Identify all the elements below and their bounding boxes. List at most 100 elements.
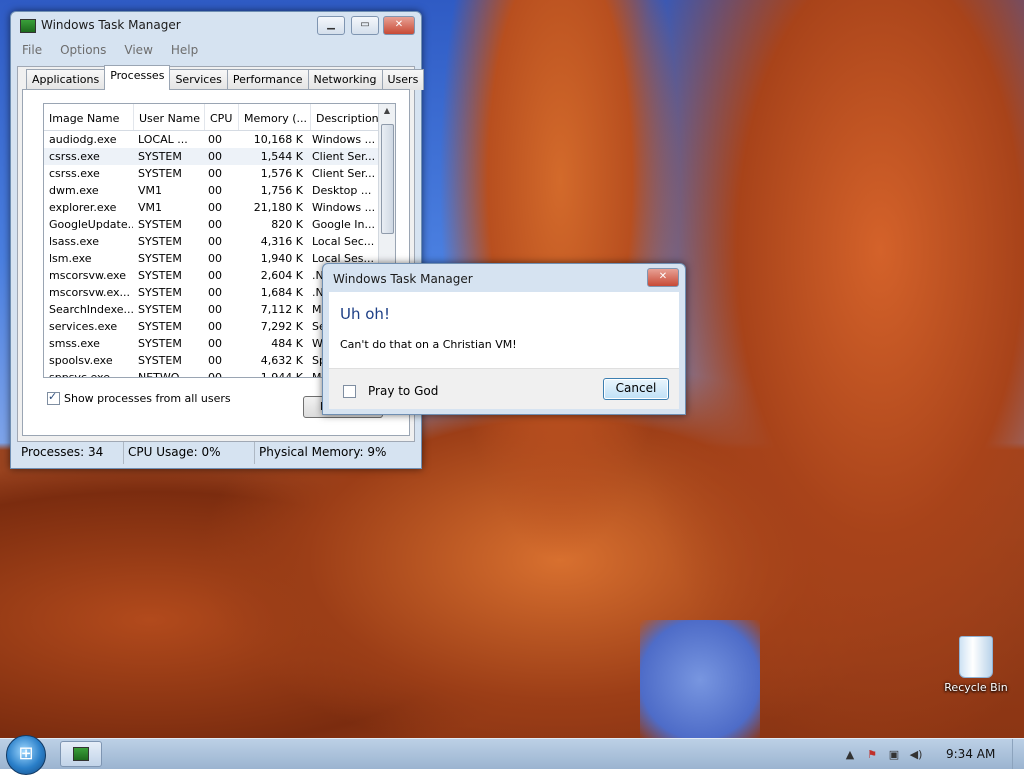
task-manager-icon bbox=[20, 19, 36, 33]
wallpaper-sky bbox=[640, 620, 760, 738]
dialog-title: Windows Task Manager bbox=[333, 272, 473, 286]
column-image-name[interactable]: Image Name bbox=[44, 104, 134, 130]
column-cpu[interactable]: CPU bbox=[205, 104, 239, 130]
cell-memory: 1,756 K bbox=[260, 184, 303, 197]
tab-services[interactable]: Services bbox=[169, 69, 228, 90]
menu-bar: File Options View Help bbox=[13, 40, 419, 60]
close-button[interactable]: ✕ bbox=[383, 16, 415, 35]
table-row[interactable]: csrss.exe SYSTEM 00 1,544 K Client Ser... bbox=[44, 148, 395, 165]
menu-view[interactable]: View bbox=[115, 40, 161, 60]
cell-user-name: SYSTEM bbox=[138, 150, 182, 163]
table-row[interactable]: csrss.exe SYSTEM 00 1,576 K Client Ser... bbox=[44, 165, 395, 182]
cell-user-name: SYSTEM bbox=[138, 167, 182, 180]
table-row[interactable]: dwm.exe VM1 00 1,756 K Desktop ... bbox=[44, 182, 395, 199]
tab-processes[interactable]: Processes bbox=[104, 65, 171, 90]
cell-image-name: smss.exe bbox=[49, 337, 100, 350]
scroll-up-icon[interactable]: ▲ bbox=[382, 106, 392, 115]
cell-description: Client Ser... bbox=[312, 167, 376, 180]
show-hidden-icons-icon[interactable]: ▲ bbox=[842, 748, 858, 761]
taskbar: ⊞ ▲ ⚑ ▣ ◀) 9:34 AM bbox=[0, 735, 1024, 775]
cell-cpu: 00 bbox=[208, 150, 222, 163]
cell-user-name: VM1 bbox=[138, 201, 163, 214]
cell-image-name: services.exe bbox=[49, 320, 118, 333]
cell-user-name: VM1 bbox=[138, 184, 163, 197]
cell-image-name: csrss.exe bbox=[49, 150, 100, 163]
maximize-icon: ▭ bbox=[360, 19, 370, 30]
tab-applications[interactable]: Applications bbox=[26, 69, 106, 90]
show-all-users-label: Show processes from all users bbox=[64, 392, 231, 405]
minimize-button[interactable]: ▁ bbox=[317, 16, 345, 35]
cell-memory: 10,168 K bbox=[253, 133, 303, 146]
cell-image-name: csrss.exe bbox=[49, 167, 100, 180]
dialog-heading: Uh oh! bbox=[340, 305, 390, 323]
table-row[interactable]: explorer.exe VM1 00 21,180 K Windows ... bbox=[44, 199, 395, 216]
cell-user-name: SYSTEM bbox=[138, 269, 182, 282]
dialog-titlebar[interactable]: Windows Task Manager ✕ bbox=[323, 264, 685, 290]
cell-cpu: 00 bbox=[208, 218, 222, 231]
scrollbar-thumb[interactable] bbox=[381, 124, 394, 234]
cell-memory: 484 K bbox=[271, 337, 303, 350]
uh-oh-dialog: Windows Task Manager ✕ Uh oh! Can't do t… bbox=[322, 263, 686, 415]
tab-users[interactable]: Users bbox=[381, 69, 425, 90]
cell-cpu: 00 bbox=[208, 286, 222, 299]
pray-checkbox[interactable] bbox=[343, 384, 356, 398]
cell-cpu: 00 bbox=[208, 201, 222, 214]
cell-user-name: NETWO... bbox=[138, 371, 190, 378]
cell-memory: 21,180 K bbox=[253, 201, 303, 214]
taskbar-clock[interactable]: 9:34 AM bbox=[946, 747, 995, 761]
status-cpu: CPU Usage: 0% bbox=[124, 442, 255, 464]
cell-memory: 7,292 K bbox=[260, 320, 303, 333]
volume-icon[interactable]: ◀) bbox=[908, 748, 924, 761]
table-row[interactable]: lsass.exe SYSTEM 00 4,316 K Local Sec... bbox=[44, 233, 395, 250]
cell-memory: 1,684 K bbox=[260, 286, 303, 299]
column-memory[interactable]: Memory (... bbox=[239, 104, 311, 130]
cell-description: Desktop ... bbox=[312, 184, 372, 197]
pray-label: Pray to God bbox=[368, 384, 439, 398]
maximize-button[interactable]: ▭ bbox=[351, 16, 379, 35]
cell-memory: 1,940 K bbox=[260, 252, 303, 265]
cell-description: Client Ser... bbox=[312, 150, 376, 163]
task-manager-icon bbox=[73, 747, 89, 761]
cell-user-name: SYSTEM bbox=[138, 252, 182, 265]
status-memory: Physical Memory: 9% bbox=[259, 445, 387, 459]
column-user-name[interactable]: User Name bbox=[134, 104, 205, 130]
cell-memory: 2,604 K bbox=[260, 269, 303, 282]
cell-cpu: 00 bbox=[208, 252, 222, 265]
cell-cpu: 00 bbox=[208, 337, 222, 350]
action-center-icon[interactable]: ⚑ bbox=[864, 748, 880, 761]
tab-performance[interactable]: Performance bbox=[226, 69, 309, 90]
cell-cpu: 00 bbox=[208, 184, 222, 197]
task-manager-titlebar[interactable]: Windows Task Manager ▁ ▭ ✕ bbox=[11, 12, 421, 38]
cell-memory: 7,112 K bbox=[260, 303, 303, 316]
close-icon: ✕ bbox=[394, 19, 404, 30]
network-icon[interactable]: ▣ bbox=[886, 748, 902, 761]
cell-cpu: 00 bbox=[208, 133, 222, 146]
close-icon: ✕ bbox=[658, 271, 668, 282]
cell-image-name: explorer.exe bbox=[49, 201, 117, 214]
menu-options[interactable]: Options bbox=[51, 40, 115, 60]
cell-user-name: SYSTEM bbox=[138, 303, 182, 316]
tab-networking[interactable]: Networking bbox=[307, 69, 383, 90]
cell-cpu: 00 bbox=[208, 320, 222, 333]
pray-option[interactable]: Pray to God bbox=[343, 384, 438, 398]
table-row[interactable]: GoogleUpdate... SYSTEM 00 820 K Google In... bbox=[44, 216, 395, 233]
dialog-close-button[interactable]: ✕ bbox=[647, 268, 679, 287]
cell-image-name: audiodg.exe bbox=[49, 133, 117, 146]
table-row[interactable]: audiodg.exe LOCAL ... 00 10,168 K Windows ..… bbox=[44, 131, 395, 148]
cell-image-name: mscorsvw.exe bbox=[49, 269, 126, 282]
cancel-button[interactable]: Cancel bbox=[603, 378, 669, 400]
taskbar-task-manager-button[interactable] bbox=[60, 741, 102, 767]
cell-memory: 4,316 K bbox=[260, 235, 303, 248]
recycle-bin-shortcut[interactable]: Recycle Bin bbox=[940, 636, 1012, 694]
show-desktop-button[interactable] bbox=[1012, 739, 1024, 769]
cell-image-name: sppsvc.exe bbox=[49, 371, 110, 378]
cell-cpu: 00 bbox=[208, 371, 222, 378]
cell-user-name: SYSTEM bbox=[138, 320, 182, 333]
menu-file[interactable]: File bbox=[13, 40, 51, 60]
start-button[interactable]: ⊞ bbox=[6, 735, 46, 775]
dialog-content: Uh oh! Can't do that on a Christian VM! bbox=[329, 292, 679, 368]
show-all-users-checkbox[interactable] bbox=[47, 390, 60, 405]
cell-memory: 4,632 K bbox=[260, 354, 303, 367]
show-all-users-option[interactable]: Show processes from all users bbox=[47, 390, 231, 405]
menu-help[interactable]: Help bbox=[162, 40, 207, 60]
